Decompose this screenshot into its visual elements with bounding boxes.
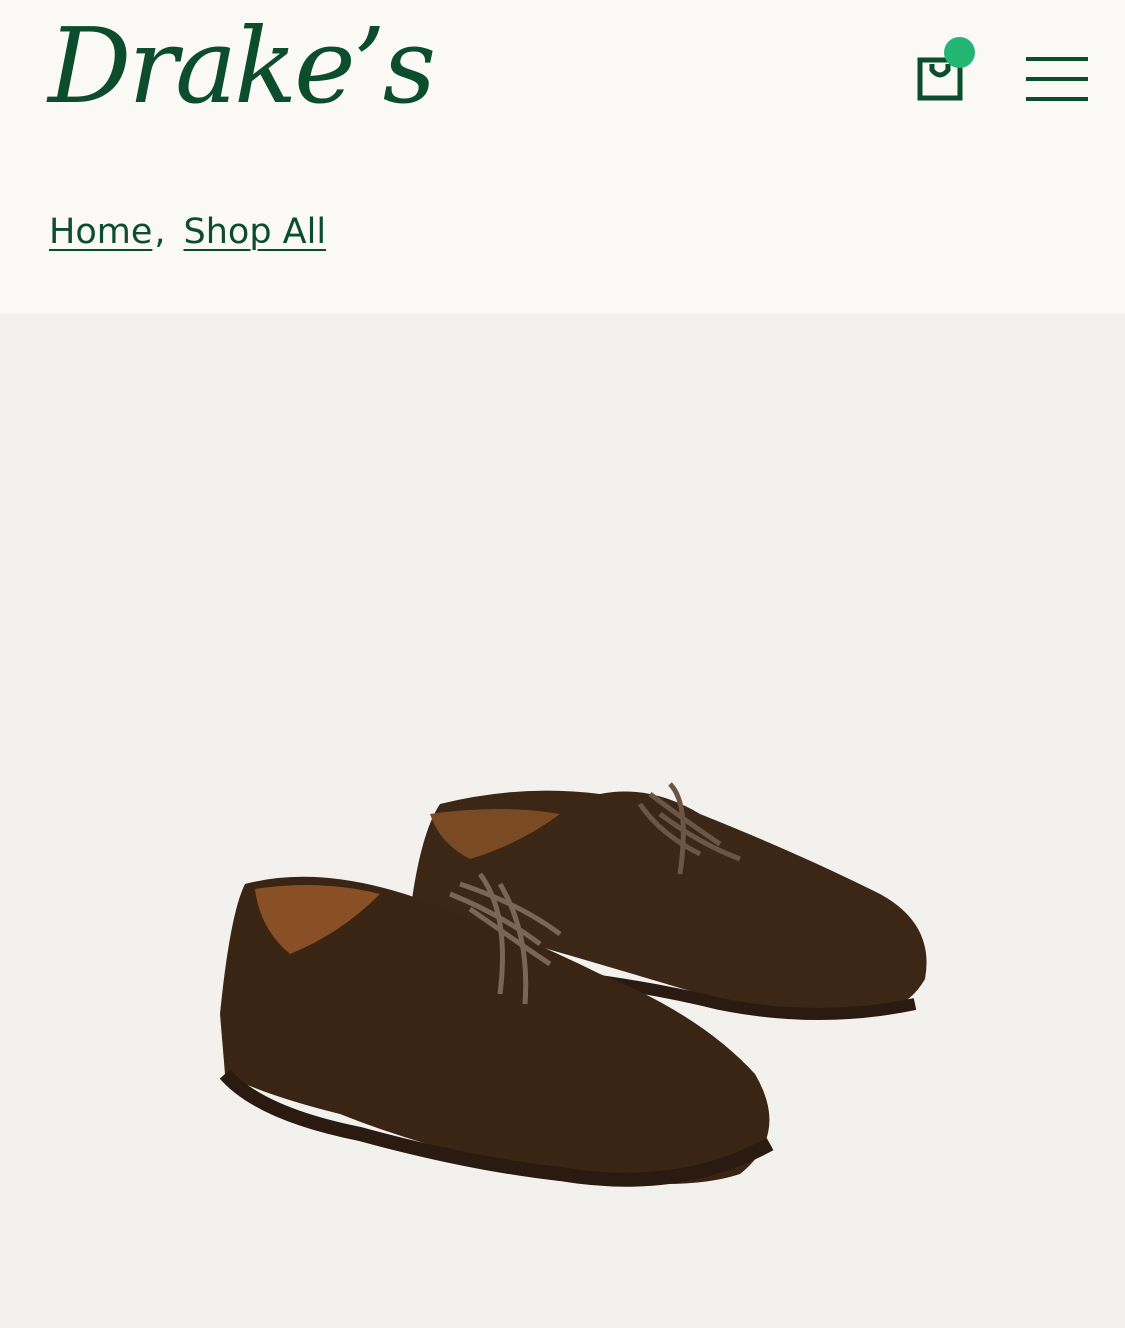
cart-badge bbox=[944, 37, 975, 68]
product-image-area bbox=[0, 314, 1125, 1328]
breadcrumb-separator: , bbox=[154, 212, 166, 252]
shoe-pair-image bbox=[219, 782, 927, 1187]
brand-logo[interactable]: Drake’s bbox=[48, 6, 436, 126]
site-header: Drake’s Home, Shop All bbox=[0, 0, 1125, 314]
breadcrumb-shop-all-link[interactable]: Shop All bbox=[184, 212, 327, 252]
breadcrumb: Home, Shop All bbox=[49, 212, 326, 252]
menu-button[interactable] bbox=[1026, 57, 1088, 101]
breadcrumb-home-link[interactable]: Home bbox=[49, 212, 152, 252]
hamburger-menu-icon bbox=[1026, 57, 1088, 61]
